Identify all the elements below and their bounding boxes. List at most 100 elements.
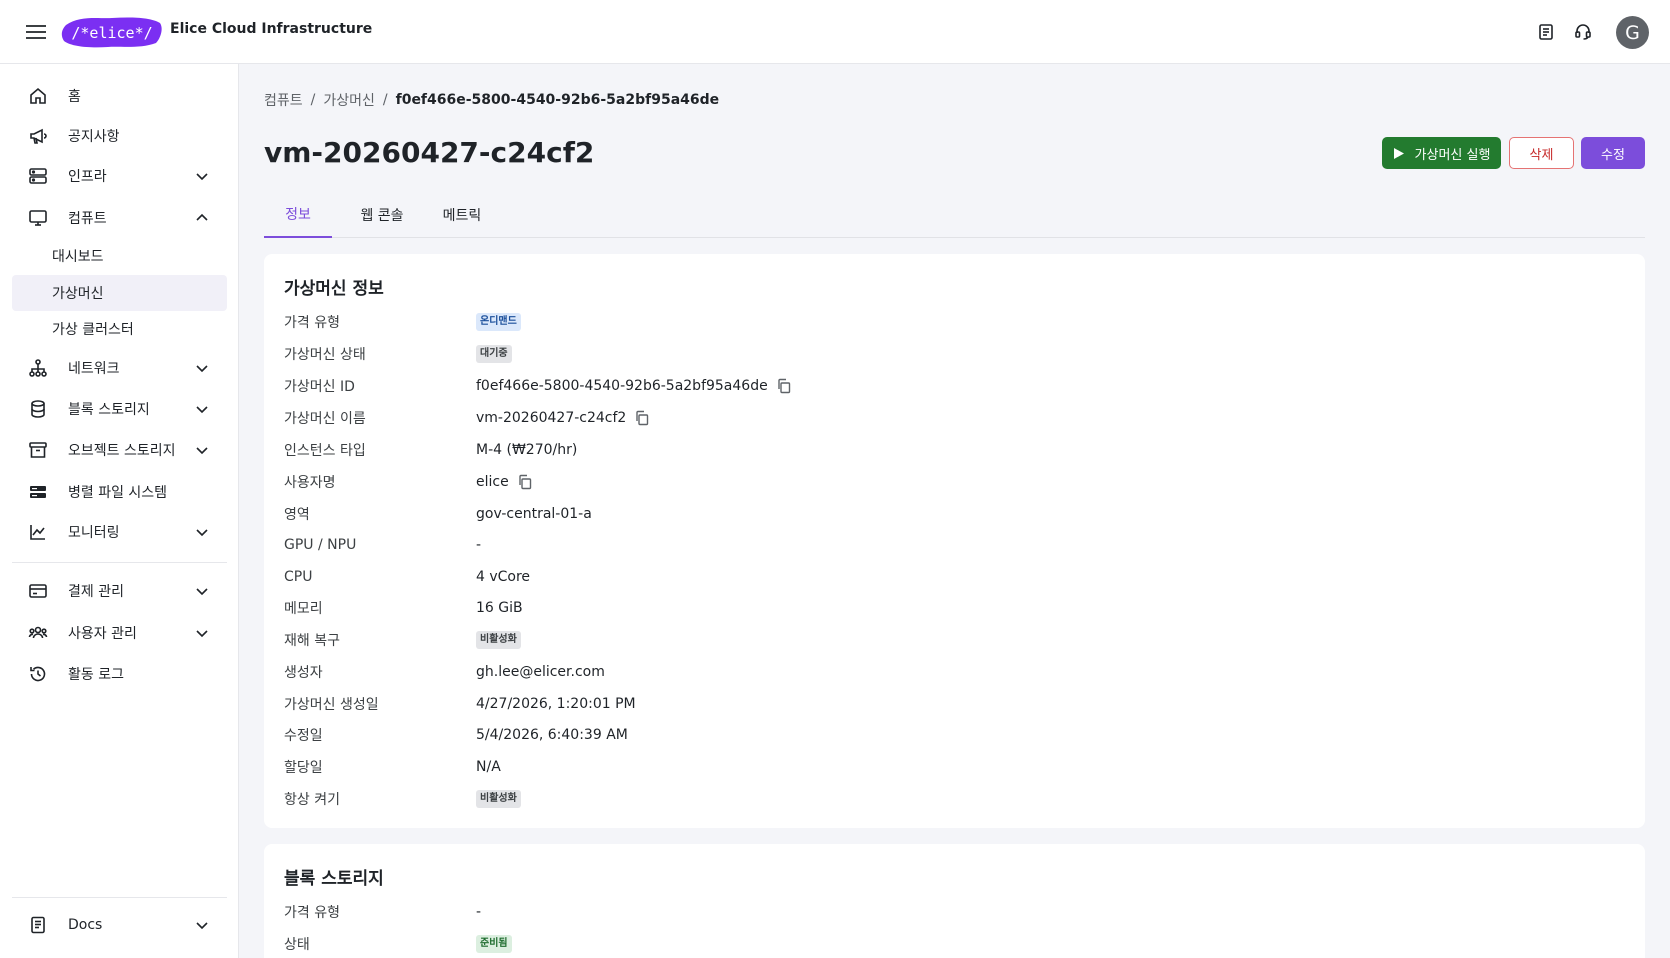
info-row-created-at: 가상머신 생성일 4/27/2026, 1:20:01 PM [284,688,1624,720]
home-icon [30,87,46,104]
sidebar-item-label: 인프라 [68,169,107,185]
sidebar-item-label: 활동 로그 [68,667,124,683]
chevron-down-icon [196,922,208,930]
created-at-value: 4/27/2026, 1:20:01 PM [476,696,636,712]
sidebar-item-compute[interactable]: 컴퓨트 [12,200,227,236]
sidebar-item-label: 병렬 파일 시스템 [68,485,168,501]
elice-logo[interactable]: /*elice*/ [60,15,164,49]
assigned-at-value: N/A [476,759,501,775]
sidebar-item-label: 오브젝트 스토리지 [68,443,176,459]
info-row-gpu-npu: GPU / NPU - [284,529,1624,561]
sidebar-item-network[interactable]: 네트워크 [12,350,227,386]
sidebar-divider [12,897,227,898]
card-title: 블록 스토리지 [284,869,384,889]
sidebar-subitem-label: 대시보드 [52,249,104,265]
sidebar-item-object-storage[interactable]: 오브젝트 스토리지 [12,432,227,468]
breadcrumb-separator: / [310,92,316,108]
info-key: 인스턴스 타입 [284,443,366,459]
chevron-down-icon [196,630,208,638]
support-headset-icon[interactable] [1571,20,1595,44]
book-icon [31,916,45,934]
info-row-updated-at: 수정일 5/4/2026, 6:40:39 AM [284,719,1624,751]
sidebar-subitem-virtual-machine[interactable]: 가상머신 [12,275,227,311]
card-title: 가상머신 정보 [284,279,384,299]
info-key: 가격 유형 [284,315,340,331]
hamburger-menu-icon[interactable] [24,20,48,44]
copy-icon[interactable] [776,378,792,394]
info-key: 가상머신 상태 [284,347,366,363]
info-key: 항상 켜기 [284,792,340,808]
sidebar-item-label: 공지사항 [68,129,120,145]
gpu-npu-value: - [476,537,482,553]
tab-web-console[interactable]: 웹 콘솔 [344,192,420,238]
sidebar: 홈 공지사항 인프라 컴퓨트 대시보드 가상머신 가상 클러스터 네트워크 블록… [0,64,239,958]
copy-icon[interactable] [634,410,650,426]
run-vm-button[interactable]: 가상머신 실행 [1382,137,1501,169]
chevron-down-icon [196,365,208,373]
credit-card-icon [29,584,47,598]
sidebar-item-label: Docs [68,917,103,933]
sidebar-item-monitoring[interactable]: 모니터링 [12,514,227,550]
sidebar-item-label: 컴퓨트 [68,211,107,227]
user-avatar[interactable]: G [1616,16,1649,49]
updated-at-value: 5/4/2026, 6:40:39 AM [476,727,628,743]
vm-id-value: f0ef466e-5800-4540-92b6-5a2bf95a46de [476,378,768,394]
info-row-vm-name: 가상머신 이름 vm-20260427-c24cf2 [284,402,1624,434]
storage-icon [30,486,46,498]
status-badge: 대기중 [476,345,512,363]
cpu-value: 4 vCore [476,569,531,585]
always-on-badge: 비활성화 [476,790,521,808]
chevron-up-icon [196,213,208,221]
history-icon [30,666,46,682]
edit-button[interactable]: 수정 [1581,137,1645,169]
tab-info[interactable]: 정보 [264,192,332,238]
sidebar-item-parallel-file-system[interactable]: 병렬 파일 시스템 [12,474,227,510]
sidebar-item-block-storage[interactable]: 블록 스토리지 [12,391,227,427]
sidebar-subitem-dashboard[interactable]: 대시보드 [12,238,227,274]
monitor-icon [29,210,47,226]
sidebar-item-notices[interactable]: 공지사항 [12,118,227,154]
archive-icon [29,442,47,458]
info-key: 재해 복구 [284,633,340,649]
server-icon [29,168,47,184]
breadcrumb-compute[interactable]: 컴퓨트 [264,90,303,110]
sidebar-item-docs[interactable]: Docs [12,907,227,943]
vm-name-value: vm-20260427-c24cf2 [476,410,627,426]
info-row-creator: 생성자 gh.lee@elicer.com [284,656,1624,688]
sidebar-item-label: 사용자 관리 [68,626,137,642]
breadcrumb-current: f0ef466e-5800-4540-92b6-5a2bf95a46de [395,92,720,108]
info-row-always-on: 항상 켜기 비활성화 [284,783,1624,815]
sidebar-item-label: 블록 스토리지 [68,402,150,418]
memory-value: 16 GiB [476,600,523,616]
info-row-instance-type: 인스턴스 타입 M-4 (₩270/hr) [284,434,1624,466]
megaphone-icon [30,128,47,144]
storage-status-badge: 준비됨 [476,935,512,953]
delete-button[interactable]: 삭제 [1509,137,1574,169]
info-row-cpu: CPU 4 vCore [284,561,1624,593]
sidebar-subitem-label: 가상머신 [52,286,104,302]
info-key: 메모리 [284,601,323,617]
docs-book-icon[interactable] [1534,20,1558,44]
storage-row-status: 상태 준비됨 [284,928,1624,958]
creator-value: gh.lee@elicer.com [476,664,605,680]
sidebar-item-activity-log[interactable]: 활동 로그 [12,656,227,692]
sidebar-item-home[interactable]: 홈 [12,78,227,114]
sidebar-subitem-virtual-cluster[interactable]: 가상 클러스터 [12,311,227,347]
copy-icon[interactable] [517,474,533,490]
disaster-recovery-badge: 비활성화 [476,631,521,649]
sidebar-divider [12,562,227,563]
sidebar-item-user-management[interactable]: 사용자 관리 [12,615,227,651]
breadcrumb-virtual-machine[interactable]: 가상머신 [323,90,375,110]
chevron-down-icon [196,173,208,181]
info-key: 생성자 [284,665,323,681]
sidebar-item-billing[interactable]: 결제 관리 [12,573,227,609]
info-key: 가격 유형 [284,905,340,921]
chevron-down-icon [196,588,208,596]
logo-text: /*elice*/ [71,24,152,42]
sidebar-item-label: 모니터링 [68,525,120,541]
info-row-memory: 메모리 16 GiB [284,592,1624,624]
info-key: 사용자명 [284,475,336,491]
sidebar-item-infra[interactable]: 인프라 [12,158,227,194]
tab-metrics[interactable]: 메트릭 [428,192,496,238]
sidebar-item-label: 네트워크 [68,361,120,377]
